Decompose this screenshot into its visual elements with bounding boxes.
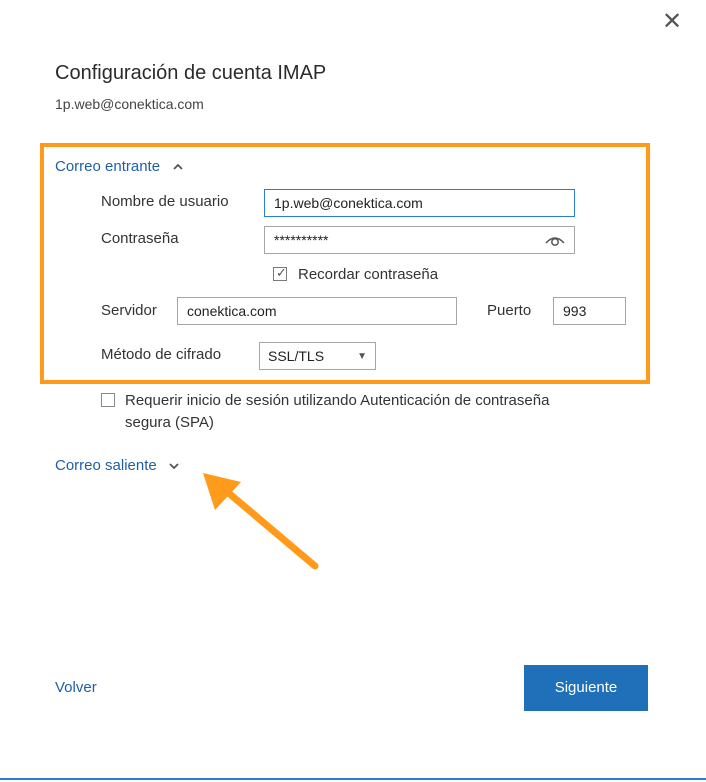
username-label: Nombre de usuario — [101, 193, 229, 210]
spa-label: Requerir inicio de sesión utilizando Aut… — [125, 390, 645, 434]
dropdown-arrow-icon: ▼ — [357, 351, 367, 362]
spa-label-line1: Requerir inicio de sesión utilizando Aut… — [125, 392, 550, 409]
password-label: Contraseña — [101, 230, 179, 247]
username-input[interactable]: 1p.web@conektica.com — [264, 189, 575, 217]
encryption-select[interactable]: SSL/TLS ▼ — [259, 342, 376, 370]
server-input[interactable]: conektica.com — [177, 297, 457, 325]
encryption-value: SSL/TLS — [268, 348, 325, 364]
spa-checkbox[interactable] — [101, 393, 115, 407]
next-button[interactable]: Siguiente — [524, 665, 648, 711]
close-icon[interactable]: ✕ — [660, 10, 684, 34]
port-input[interactable]: 993 — [553, 297, 626, 325]
incoming-section-toggle[interactable]: Correo entrante — [55, 158, 183, 176]
password-value: ********** — [274, 232, 329, 248]
spa-label-line2: segura (SPA) — [125, 414, 214, 431]
outgoing-section-toggle[interactable]: Correo saliente — [55, 457, 179, 475]
remember-password-label: Recordar contraseña — [298, 266, 439, 283]
remember-password-checkbox[interactable]: ✓ — [273, 265, 287, 281]
chevron-down-icon[interactable] — [169, 461, 179, 473]
dialog-title: Configuración de cuenta IMAP — [55, 62, 327, 84]
account-email: 1p.web@conektica.com — [55, 96, 204, 112]
encryption-label: Método de cifrado — [101, 346, 222, 363]
arrow-annotation — [203, 473, 319, 570]
password-input[interactable]: ********** — [264, 226, 575, 254]
outgoing-section-label[interactable]: Correo saliente — [55, 457, 157, 474]
incoming-section-label[interactable]: Correo entrante — [55, 158, 160, 175]
port-label: Puerto — [487, 302, 532, 319]
chevron-up-icon[interactable] — [172, 162, 183, 174]
checkmark-icon: ✓ — [276, 265, 287, 280]
eye-icon[interactable] — [544, 230, 566, 250]
back-link[interactable]: Volver — [55, 679, 97, 696]
server-label: Servidor — [101, 302, 157, 319]
bottom-border — [0, 778, 706, 780]
